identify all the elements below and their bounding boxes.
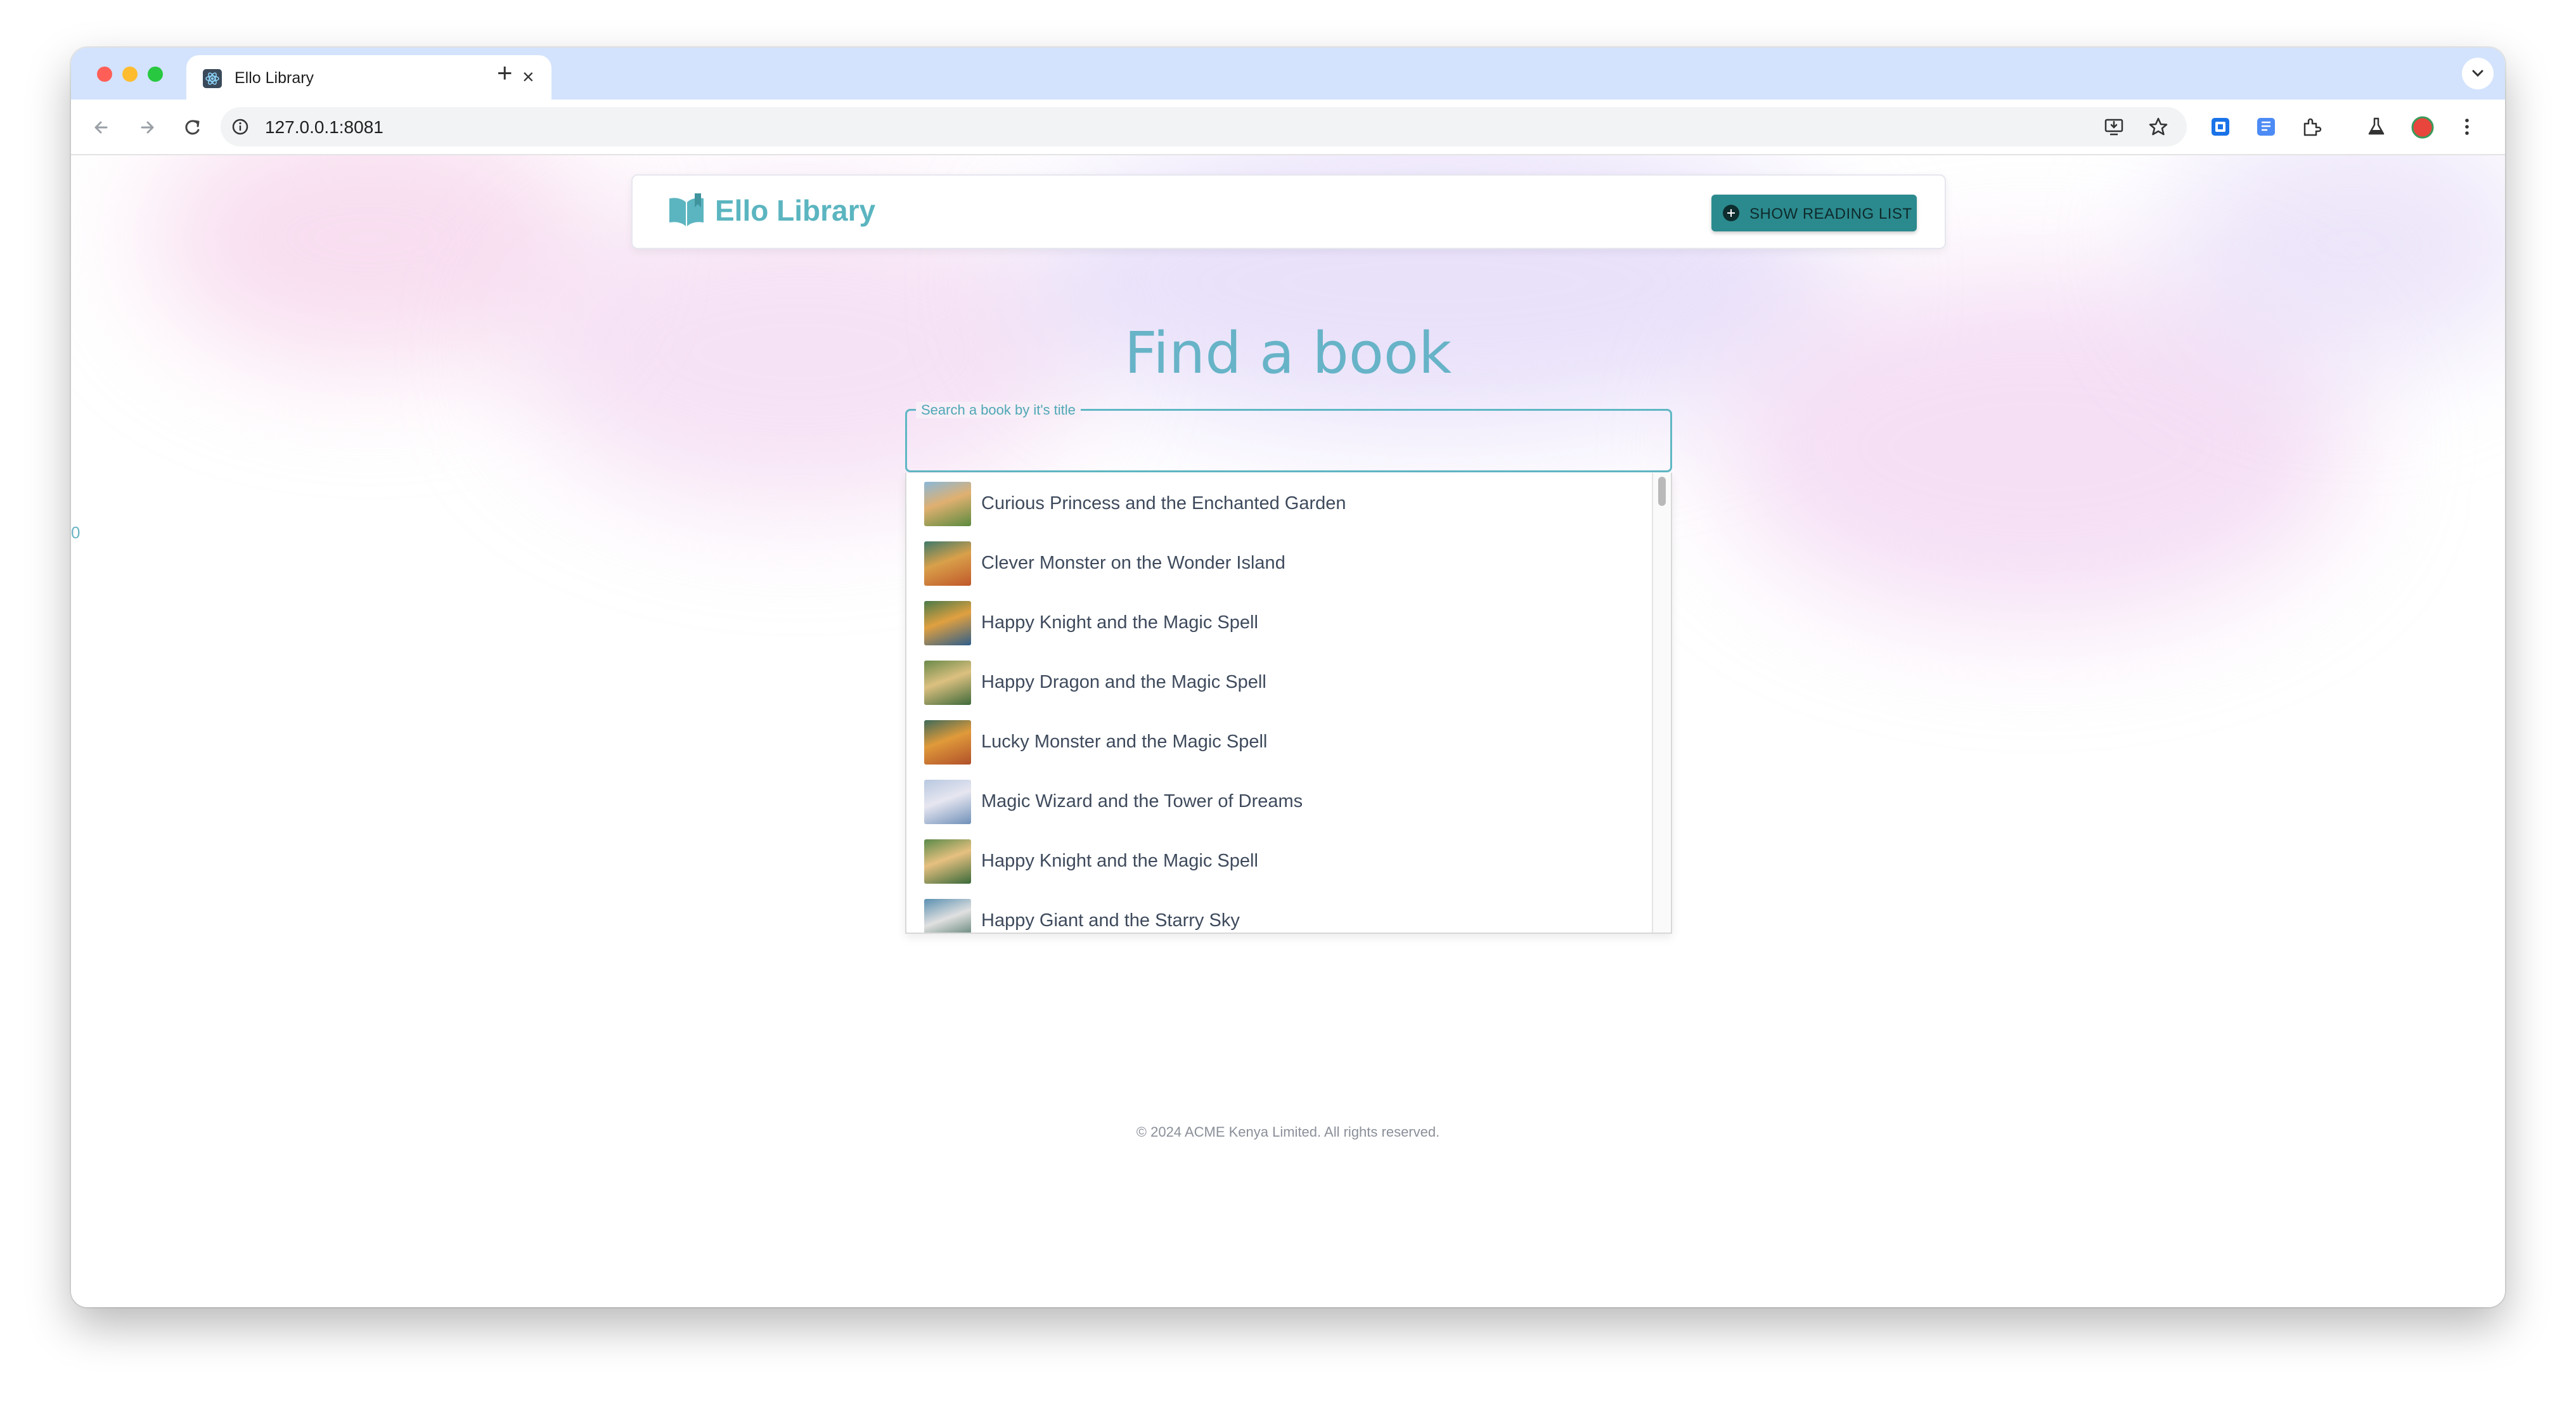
book-cover-thumbnail xyxy=(924,899,971,933)
extensions-icon[interactable] xyxy=(2301,116,2322,138)
app-header: Ello Library SHOW READING LIST xyxy=(631,174,1946,249)
page-title: Find a book xyxy=(1124,320,1452,387)
install-app-icon[interactable] xyxy=(2103,116,2125,138)
brand-title: Ello Library xyxy=(715,194,876,227)
extension-blue-icon[interactable] xyxy=(2210,116,2231,138)
book-cover-thumbnail xyxy=(924,839,971,884)
tab-title: Ello Library xyxy=(235,69,314,87)
book-list-item[interactable]: Happy Giant and the Starry Sky xyxy=(906,889,1654,933)
reload-icon[interactable] xyxy=(179,113,207,141)
page-viewport: 0 Ello Library SHOW READING LIST Find a … xyxy=(71,155,2505,1307)
book-title: Clever Monster on the Wonder Island xyxy=(981,553,1285,573)
book-title: Happy Knight and the Magic Spell xyxy=(981,851,1258,871)
close-window-button[interactable] xyxy=(97,67,112,82)
book-cover-thumbnail xyxy=(924,780,971,824)
add-circle-icon xyxy=(1723,205,1739,221)
search-results-list[interactable]: Happy Giant and the Starry Sky Happy Knig… xyxy=(905,473,1672,934)
tab-strip: Ello Library × + xyxy=(71,48,2505,100)
extension-doc-icon[interactable] xyxy=(2255,116,2277,138)
bookmark-star-icon[interactable] xyxy=(2148,116,2169,138)
tab-close-icon[interactable]: × xyxy=(522,65,534,88)
new-tab-button[interactable]: + xyxy=(497,59,513,87)
browser-toolbar: 127.0.0.1:8081 xyxy=(71,100,2505,155)
labs-flask-icon[interactable] xyxy=(2366,116,2387,138)
book-list-item[interactable]: Curious Princess and the Enchanted Garde… xyxy=(906,473,1654,531)
book-title: Curious Princess and the Enchanted Garde… xyxy=(981,493,1346,513)
more-menu-icon[interactable] xyxy=(2461,116,2473,138)
browser-window: Ello Library × + 127.0.0.1:8081 0 Ello L… xyxy=(71,48,2505,1307)
book-logo-icon xyxy=(669,193,704,226)
back-arrow-icon[interactable] xyxy=(87,113,115,141)
book-cover-thumbnail xyxy=(924,541,971,586)
react-favicon-icon xyxy=(203,69,222,88)
reading-list-label: SHOW READING LIST xyxy=(1749,205,1912,223)
book-list-item[interactable]: Happy Knight and the Magic Spell xyxy=(906,829,1654,889)
profile-avatar-icon[interactable] xyxy=(2411,116,2434,139)
url-text[interactable]: 127.0.0.1:8081 xyxy=(265,117,383,138)
book-list-item[interactable]: Happy Dragon and the Magic Spell xyxy=(906,650,1654,710)
book-cover-thumbnail xyxy=(924,601,971,645)
show-reading-list-button[interactable]: SHOW READING LIST xyxy=(1711,195,1917,231)
search-field[interactable]: Search a book by it's title xyxy=(905,402,1672,472)
footer-copyright: © 2024 ACME Kenya Limited. All rights re… xyxy=(1136,1124,1440,1140)
forward-arrow-icon[interactable] xyxy=(133,113,161,141)
stray-text: 0 xyxy=(71,523,80,542)
book-cover-thumbnail xyxy=(924,482,971,526)
book-list-item[interactable]: Magic Wizard and the Tower of Dreams xyxy=(906,770,1654,829)
tab-search-button[interactable] xyxy=(2462,58,2494,89)
book-title: Magic Wizard and the Tower of Dreams xyxy=(981,791,1303,811)
site-info-icon[interactable] xyxy=(231,117,250,136)
book-list-item[interactable]: Clever Monster on the Wonder Island xyxy=(906,531,1654,591)
search-label: Search a book by it's title xyxy=(916,402,1081,418)
book-list-item[interactable]: Lucky Monster and the Magic Spell xyxy=(906,710,1654,770)
minimize-window-button[interactable] xyxy=(122,67,138,82)
maximize-window-button[interactable] xyxy=(148,67,163,82)
chevron-down-icon xyxy=(2472,70,2483,77)
book-title: Lucky Monster and the Magic Spell xyxy=(981,732,1268,752)
book-title: Happy Knight and the Magic Spell xyxy=(981,612,1258,633)
scrollbar-thumb[interactable] xyxy=(1658,477,1666,506)
book-cover-thumbnail xyxy=(924,661,971,705)
book-list-item[interactable]: Happy Knight and the Magic Spell xyxy=(906,591,1654,650)
book-title: Happy Dragon and the Magic Spell xyxy=(981,672,1266,692)
book-cover-thumbnail xyxy=(924,720,971,765)
address-bar[interactable]: 127.0.0.1:8081 xyxy=(221,107,2187,146)
results-scrollbar[interactable] xyxy=(1652,473,1671,933)
search-input[interactable] xyxy=(920,423,1658,460)
book-title: Happy Giant and the Starry Sky xyxy=(981,910,1240,931)
